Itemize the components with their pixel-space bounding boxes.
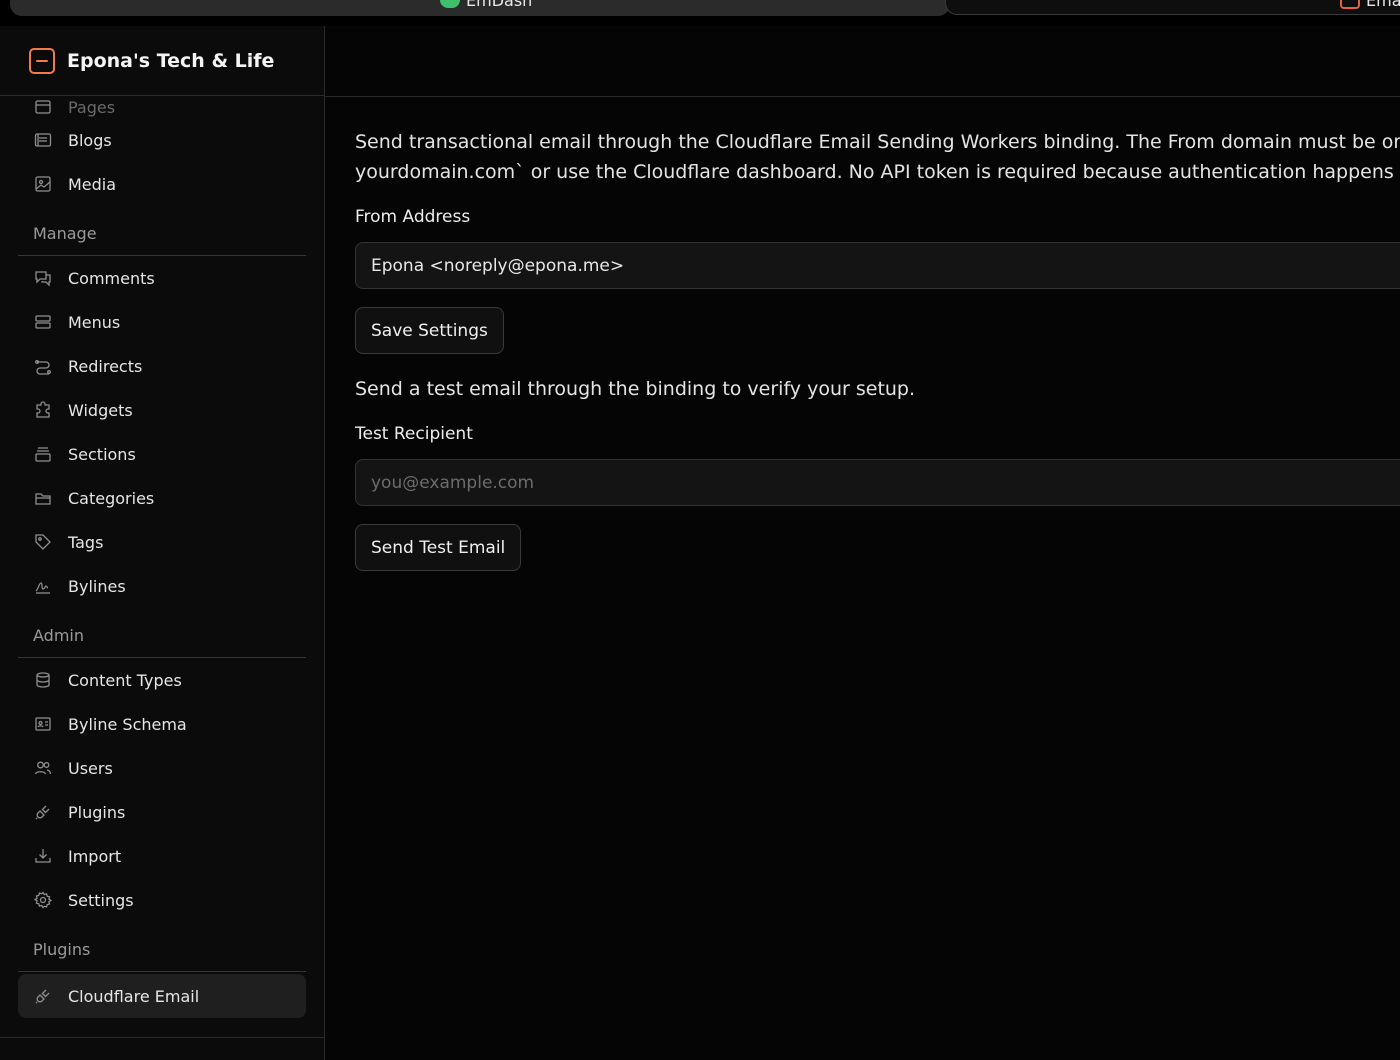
send-test-email-button[interactable]: Send Test Email	[355, 524, 522, 571]
tab-favicon-icon	[440, 0, 460, 8]
sidebar-item-label: Blogs	[68, 130, 112, 150]
plug-icon	[34, 987, 52, 1005]
plug-icon	[34, 803, 52, 821]
top-bar	[325, 26, 1400, 97]
sidebar-item-users[interactable]: Users	[18, 746, 306, 790]
sidebar-item-label: Bylines	[68, 576, 126, 596]
section-label-admin: Admin	[18, 614, 306, 658]
import-icon	[34, 847, 52, 865]
comments-icon	[34, 269, 52, 287]
browser-tab-label[interactable]: EmDash	[440, 0, 532, 10]
test-recipient-label: Test Recipient	[355, 424, 473, 444]
sidebar-item-redirects[interactable]: Redirects	[18, 344, 306, 388]
sidebar-item-pages[interactable]: Pages	[18, 96, 306, 118]
gear-icon	[34, 891, 52, 909]
sidebar-item-label: Cloudflare Email	[68, 986, 200, 1006]
blogs-icon	[34, 131, 52, 149]
from-address-label: From Address	[355, 207, 471, 227]
sidebar-item-media[interactable]: Media	[18, 162, 306, 206]
tags-icon	[34, 533, 52, 551]
section-label-plugins: Plugins	[18, 928, 306, 972]
brand[interactable]: Epona's Tech & Life	[0, 26, 324, 96]
widgets-icon	[34, 401, 52, 419]
sidebar-item-label: Comments	[68, 268, 155, 288]
sidebar-item-label: Settings	[68, 890, 134, 910]
sidebar-item-label: Widgets	[68, 400, 133, 420]
sidebar-item-widgets[interactable]: Widgets	[18, 388, 306, 432]
sidebar-item-blogs[interactable]: Blogs	[18, 118, 306, 162]
users-icon	[34, 759, 52, 777]
browser-chrome: EmDash Email	[0, 0, 1400, 26]
sidebar-item-settings[interactable]: Settings	[18, 878, 306, 922]
media-icon	[34, 175, 52, 193]
brand-logo-icon	[29, 47, 55, 74]
menus-icon	[34, 313, 52, 331]
sidebar-divider	[0, 1037, 324, 1038]
pages-icon	[34, 98, 52, 116]
browser-tab-active[interactable]	[945, 0, 1400, 15]
description-line: yourdomain.com` or use the Cloudflare da…	[355, 161, 1400, 183]
brand-title: Epona's Tech & Life	[67, 49, 275, 72]
sidebar-item-label: Media	[68, 174, 117, 194]
tab-favicon-icon	[1340, 0, 1360, 9]
database-icon	[34, 671, 52, 689]
browser-tab-title: Email	[1366, 0, 1400, 10]
test-recipient-input[interactable]	[355, 459, 1400, 506]
sidebar-item-label: Sections	[68, 444, 136, 464]
browser-tab-title: EmDash	[466, 0, 533, 10]
sidebar-item-label: Plugins	[68, 802, 126, 822]
sidebar-item-label: Menus	[68, 312, 121, 332]
sidebar-item-content-types[interactable]: Content Types	[18, 658, 306, 702]
sidebar-item-bylines[interactable]: Bylines	[18, 564, 306, 608]
browser-tab-active-label[interactable]: Email	[1340, 0, 1400, 10]
sidebar-item-label: Users	[68, 758, 113, 778]
sidebar-item-plugins[interactable]: Plugins	[18, 790, 306, 834]
save-settings-button[interactable]: Save Settings	[355, 307, 504, 354]
bylines-icon	[34, 577, 52, 595]
sidebar-item-byline-schema[interactable]: Byline Schema	[18, 702, 306, 746]
sidebar-item-comments[interactable]: Comments	[18, 256, 306, 300]
sidebar-item-label: Tags	[68, 532, 104, 552]
id-card-icon	[34, 715, 52, 733]
sidebar-nav: Pages Blogs Media Manage Comments Menus …	[0, 96, 324, 1018]
sidebar-item-label: Redirects	[68, 356, 143, 376]
sidebar-item-label: Byline Schema	[68, 714, 187, 734]
sidebar-item-categories[interactable]: Categories	[18, 476, 306, 520]
sidebar-item-tags[interactable]: Tags	[18, 520, 306, 564]
sidebar-item-menus[interactable]: Menus	[18, 300, 306, 344]
sidebar-item-label: Import	[68, 846, 122, 866]
sidebar-item-label: Pages	[68, 97, 116, 117]
sidebar-item-sections[interactable]: Sections	[18, 432, 306, 476]
test-email-description: Send a test email through the binding to…	[355, 378, 916, 400]
categories-icon	[34, 489, 52, 507]
plugin-settings-panel: Send transactional email through the Clo…	[355, 97, 1400, 571]
sidebar-item-cloudflare-email[interactable]: Cloudflare Email	[18, 974, 306, 1018]
redirects-icon	[34, 357, 52, 375]
sidebar-item-import[interactable]: Import	[18, 834, 306, 878]
sidebar: Epona's Tech & Life Pages Blogs Media Ma…	[0, 26, 325, 1060]
sidebar-item-label: Content Types	[68, 670, 182, 690]
sections-icon	[34, 445, 52, 463]
sidebar-item-label: Categories	[68, 488, 155, 508]
plugin-description: Send transactional email through the Clo…	[355, 127, 1400, 187]
section-label-manage: Manage	[18, 212, 306, 256]
description-line: Send transactional email through the Clo…	[355, 131, 1400, 153]
from-address-input[interactable]	[355, 242, 1400, 289]
